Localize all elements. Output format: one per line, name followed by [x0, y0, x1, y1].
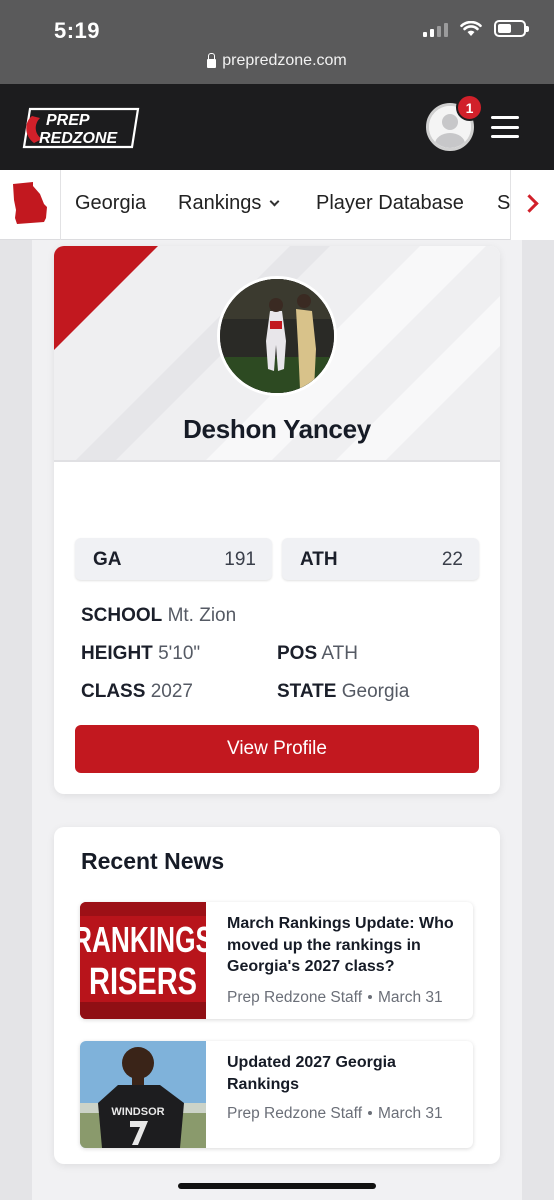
nav-item-player-database[interactable]: Player Database [316, 192, 464, 215]
news-meta: Prep Redzone Staff March 31 [227, 989, 443, 1007]
wifi-icon [460, 20, 482, 36]
fact-state: STATE Georgia [277, 681, 410, 702]
chevron-right-icon [520, 194, 539, 213]
fact-class: CLASS 2027 [81, 681, 193, 702]
fact-pos: POS ATH [277, 643, 358, 664]
status-icons [423, 20, 529, 37]
prep-redzone-logo[interactable]: PREP REDZONE [20, 106, 142, 150]
news-date: March 31 [378, 989, 443, 1006]
news-thumbnail: RANKINGS RISERS [80, 902, 206, 1019]
rankings-risers-graphic: RANKINGS RISERS [80, 902, 206, 1019]
news-headline[interactable]: Updated 2027 Georgia Rankings [227, 1052, 465, 1095]
page-gutter-left [0, 240, 32, 1200]
url-text: prepredzone.com [222, 52, 347, 69]
ranking-state[interactable]: GA 191 [75, 538, 272, 580]
fact-school: SCHOOL Mt. Zion [81, 605, 237, 626]
cellular-signal-icon [423, 21, 448, 37]
thumb-text-risers: RISERS [89, 961, 197, 1003]
news-meta: Prep Redzone Staff March 31 [227, 1105, 443, 1123]
player-photo[interactable] [217, 276, 337, 396]
ranking-position[interactable]: ATH 22 [282, 538, 479, 580]
ranking-position-label: ATH [300, 549, 338, 570]
page-gutter-right [522, 240, 554, 1200]
player-card-header: Deshon Yancey [54, 246, 500, 462]
nav-item-georgia[interactable]: Georgia [75, 192, 146, 215]
status-time: 5:19 [54, 18, 101, 43]
fact-height: HEIGHT 5'10" [81, 643, 201, 664]
hamburger-menu-icon[interactable] [491, 116, 519, 138]
home-indicator[interactable] [178, 1183, 376, 1189]
logo-text-redzone: REDZONE [39, 130, 119, 147]
news-thumbnail: WINDSOR [80, 1041, 206, 1148]
nav-item-truncated[interactable]: S [497, 192, 510, 215]
news-item[interactable]: RANKINGS RISERS March Rankings Update: W… [80, 902, 473, 1019]
nav-item-rankings[interactable]: Rankings [178, 192, 280, 215]
georgia-state-icon [13, 182, 47, 224]
recent-news-card: Recent News RANKINGS RISERS March Rankin… [54, 827, 500, 1164]
news-item[interactable]: WINDSOR Updated 2027 Georgia Rankings Pr… [80, 1041, 473, 1148]
nav-items: Georgia Rankings Player Database S [61, 170, 511, 240]
thumb-text-rankings: RANKINGS [80, 919, 206, 960]
lock-icon [207, 52, 217, 68]
section-nav: Georgia Rankings Player Database S [0, 170, 554, 240]
player-photo-image [220, 279, 334, 393]
ranking-position-value: 22 [441, 549, 463, 570]
player-jersey-photo: WINDSOR [80, 1041, 206, 1148]
news-author: Prep Redzone Staff [227, 989, 362, 1006]
logo-text-prep: PREP [46, 112, 90, 129]
battery-icon [494, 20, 529, 37]
ranking-state-value: 191 [224, 549, 256, 570]
news-date: March 31 [378, 1105, 443, 1122]
news-headline[interactable]: March Rankings Update: Who moved up the … [227, 913, 465, 978]
news-author: Prep Redzone Staff [227, 1105, 362, 1122]
player-card: Deshon Yancey GA 191 ATH 22 SCHOOL Mt. Z… [54, 246, 500, 794]
jersey-text: WINDSOR [111, 1106, 164, 1118]
player-name[interactable]: Deshon Yancey [54, 414, 500, 445]
nav-scroll-right-button[interactable] [510, 170, 554, 240]
view-profile-button[interactable]: View Profile [75, 725, 479, 773]
chevron-down-icon [269, 196, 280, 207]
address-bar[interactable]: prepredzone.com [0, 52, 554, 70]
notification-badge[interactable]: 1 [456, 94, 483, 121]
state-selector[interactable] [0, 170, 61, 240]
ranking-state-label: GA [93, 549, 122, 570]
recent-news-title: Recent News [81, 848, 225, 874]
status-bar: 5:19 prepredzone.com [0, 0, 554, 84]
